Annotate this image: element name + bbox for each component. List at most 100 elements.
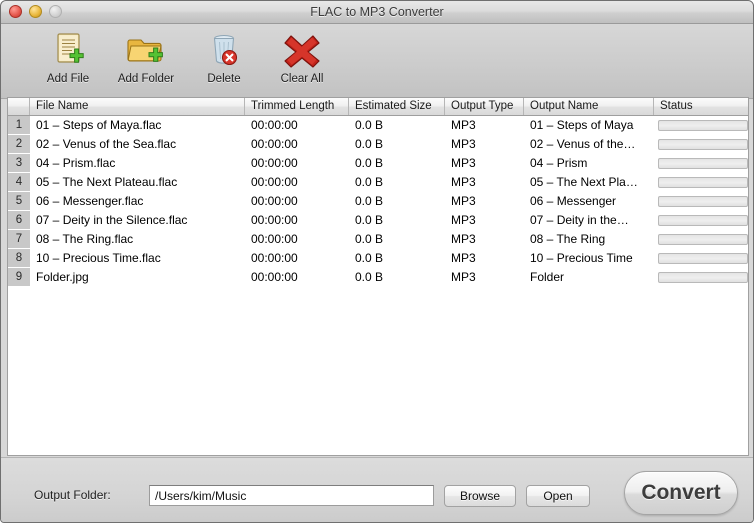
column-header-trimmed-length[interactable]: Trimmed Length <box>245 98 349 115</box>
cell-trimmed-length: 00:00:00 <box>251 232 298 246</box>
cell-file-name: 01 – Steps of Maya.flac <box>36 118 162 132</box>
cell-file-name: 06 – Messenger.flac <box>36 194 144 208</box>
cell-status <box>654 192 748 211</box>
table-row[interactable]: 8 10 – Precious Time.flac 00:00:00 0.0 B MP3… <box>8 249 748 268</box>
cell-output-name: 02 – Venus of the… <box>530 137 636 151</box>
status-progress-bar <box>658 158 748 169</box>
column-header-status[interactable]: Status <box>654 98 748 115</box>
column-header-output-name[interactable]: Output Name <box>524 98 654 115</box>
cell-output-name: 07 – Deity in the… <box>530 213 629 227</box>
cell-output-name: Folder <box>530 270 565 284</box>
cell-output-type: MP3 <box>451 175 476 189</box>
row-index: 1 <box>8 116 30 135</box>
convert-button[interactable]: Convert <box>624 471 738 515</box>
cell-output-name: 06 – Messenger <box>530 194 617 208</box>
window-titlebar: FLAC to MP3 Converter <box>1 1 753 24</box>
cell-output-name: 01 – Steps of Maya <box>530 118 634 132</box>
column-header-index[interactable] <box>8 98 30 115</box>
table-header: File Name Trimmed Length Estimated Size … <box>8 98 748 116</box>
table-row[interactable]: 6 07 – Deity in the Silence.flac 00:00:00 0… <box>8 211 748 230</box>
cell-estimated-size: 0.0 B <box>355 194 384 208</box>
cell-trimmed-length: 00:00:00 <box>251 137 298 151</box>
cell-output-type: MP3 <box>451 118 476 132</box>
table-row[interactable]: 3 04 – Prism.flac 00:00:00 0.0 B MP3 04 – Pri… <box>8 154 748 173</box>
cell-status <box>654 268 748 287</box>
table-row[interactable]: 9 Folder.jpg 00:00:00 0.0 B MP3 Folder <box>8 268 748 287</box>
cell-trimmed-length: 00:00:00 <box>251 194 298 208</box>
cell-estimated-size: 0.0 B <box>355 118 384 132</box>
add-file-button[interactable]: Add File <box>29 30 107 85</box>
cell-file-name: 02 – Venus of the Sea.flac <box>36 137 177 151</box>
cell-output-type: MP3 <box>451 137 476 151</box>
column-header-estimated-size[interactable]: Estimated Size <box>349 98 445 115</box>
row-index: 4 <box>8 173 30 192</box>
add-folder-label: Add Folder <box>117 73 175 85</box>
cell-status <box>654 230 748 249</box>
status-progress-bar <box>658 215 748 226</box>
browse-button[interactable]: Browse <box>444 485 516 507</box>
cell-output-type: MP3 <box>451 251 476 265</box>
clear-all-button[interactable]: Clear All <box>263 30 341 85</box>
status-progress-bar <box>658 272 748 283</box>
cell-trimmed-length: 00:00:00 <box>251 175 298 189</box>
open-button[interactable]: Open <box>526 485 590 507</box>
add-folder-button[interactable]: Add Folder <box>107 30 185 85</box>
cell-output-type: MP3 <box>451 270 476 284</box>
cell-file-name: 07 – Deity in the Silence.flac <box>36 213 188 227</box>
cell-estimated-size: 0.0 B <box>355 156 384 170</box>
table-body: 1 01 – Steps of Maya.flac 00:00:00 0.0 B MP3… <box>8 116 748 287</box>
table-row[interactable]: 4 05 – The Next Plateau.flac 00:00:00 0.0 B… <box>8 173 748 192</box>
row-index: 8 <box>8 249 30 268</box>
cell-estimated-size: 0.0 B <box>355 251 384 265</box>
cell-file-name: Folder.jpg <box>36 270 89 284</box>
toolbar: Add File Add Folder Delete Clear All <box>1 24 753 99</box>
cell-trimmed-length: 00:00:00 <box>251 251 298 265</box>
cell-estimated-size: 0.0 B <box>355 213 384 227</box>
window-title: FLAC to MP3 Converter <box>310 5 444 19</box>
cell-output-name: 08 – The Ring <box>530 232 606 246</box>
cell-trimmed-length: 00:00:00 <box>251 270 298 284</box>
status-progress-bar <box>658 120 748 131</box>
cell-trimmed-length: 00:00:00 <box>251 118 298 132</box>
cell-estimated-size: 0.0 B <box>355 137 384 151</box>
cell-status <box>654 211 748 230</box>
row-index: 5 <box>8 192 30 211</box>
cell-status <box>654 249 748 268</box>
clear-all-label: Clear All <box>280 73 324 85</box>
cell-trimmed-length: 00:00:00 <box>251 156 298 170</box>
cell-file-name: 08 – The Ring.flac <box>36 232 134 246</box>
cell-estimated-size: 0.0 B <box>355 232 384 246</box>
table-row[interactable]: 5 06 – Messenger.flac 00:00:00 0.0 B MP3 06 –… <box>8 192 748 211</box>
row-index: 6 <box>8 211 30 230</box>
output-folder-input[interactable] <box>149 485 434 506</box>
status-progress-bar <box>658 177 748 188</box>
table-row[interactable]: 1 01 – Steps of Maya.flac 00:00:00 0.0 B MP3… <box>8 116 748 135</box>
document-add-icon <box>48 30 88 70</box>
cell-estimated-size: 0.0 B <box>355 175 384 189</box>
status-progress-bar <box>658 253 748 264</box>
delete-label: Delete <box>207 73 241 85</box>
status-progress-bar <box>658 139 748 150</box>
cell-estimated-size: 0.0 B <box>355 270 384 284</box>
cell-output-type: MP3 <box>451 232 476 246</box>
column-header-file-name[interactable]: File Name <box>30 98 245 115</box>
cell-status <box>654 154 748 173</box>
table-row[interactable]: 7 08 – The Ring.flac 00:00:00 0.0 B MP3 08 – … <box>8 230 748 249</box>
cell-output-name: 05 – The Next Pla… <box>530 175 638 189</box>
row-index: 3 <box>8 154 30 173</box>
table-row[interactable]: 2 02 – Venus of the Sea.flac 00:00:00 0.0 B… <box>8 135 748 154</box>
cell-status <box>654 135 748 154</box>
row-index: 2 <box>8 135 30 154</box>
cell-trimmed-length: 00:00:00 <box>251 213 298 227</box>
add-file-label: Add File <box>46 73 90 85</box>
app-window: FLAC to MP3 Converter Add File Add Folde… <box>0 0 754 523</box>
column-header-output-type[interactable]: Output Type <box>445 98 524 115</box>
cell-output-type: MP3 <box>451 194 476 208</box>
file-list[interactable]: File Name Trimmed Length Estimated Size … <box>7 97 749 456</box>
status-progress-bar <box>658 196 748 207</box>
status-progress-bar <box>658 234 748 245</box>
row-index: 9 <box>8 268 30 287</box>
cell-status <box>654 173 748 192</box>
delete-button[interactable]: Delete <box>185 30 263 85</box>
cell-output-type: MP3 <box>451 213 476 227</box>
